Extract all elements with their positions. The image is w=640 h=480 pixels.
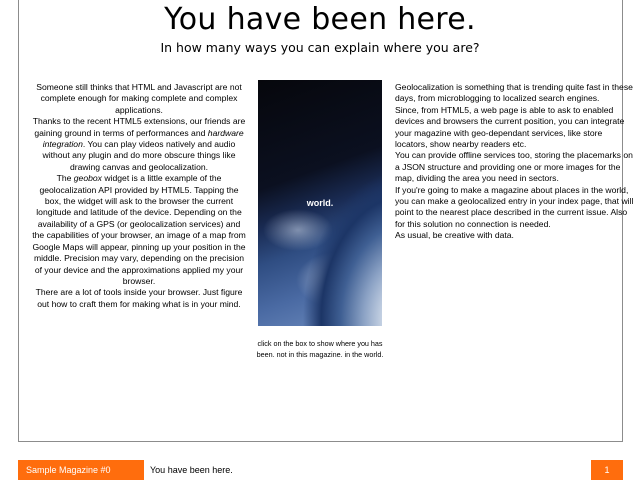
right-text-column: Geolocalization is something that is tre… [395, 82, 635, 242]
page-title: You have been here. [164, 2, 476, 37]
right-paragraph-1: Geolocalization is something that is tre… [395, 82, 633, 104]
footer-page-number[interactable]: 1 [591, 460, 623, 480]
right-paragraph-5: As usual, be creative with data. [395, 230, 514, 241]
right-paragraph-4: If you're going to make a magazine about… [395, 184, 634, 229]
footer-article-title: You have been here. [150, 465, 233, 475]
left-paragraph-3-text-a: The [56, 173, 74, 184]
left-paragraph-3-text-b: widget is a little example of the geoloc… [32, 173, 246, 286]
left-paragraph-1: Someone still thinks that HTML and Javas… [36, 82, 242, 115]
left-text-column: Someone still thinks that HTML and Javas… [32, 82, 246, 310]
geobox-caption: click on the box to show where you has b… [256, 339, 384, 359]
page-subtitle: In how many ways you can explain where y… [160, 40, 480, 55]
right-paragraph-2: Since, from HTML5, a web page is able to… [395, 104, 625, 150]
left-paragraph-3-emphasis: geobox [73, 173, 102, 184]
right-paragraph-3: You can provide offline services too, st… [395, 150, 633, 184]
left-paragraph-4: There are a lot of tools inside your bro… [35, 287, 243, 309]
left-paragraph-3: The geobox widget is a little example of… [32, 173, 246, 287]
footer-magazine-badge[interactable]: Sample Magazine #0 [18, 460, 144, 480]
geobox-label: world. [306, 198, 334, 208]
geobox-widget[interactable]: world. [258, 80, 382, 326]
left-paragraph-2: Thanks to the recent HTML5 extensions, o… [32, 116, 246, 173]
